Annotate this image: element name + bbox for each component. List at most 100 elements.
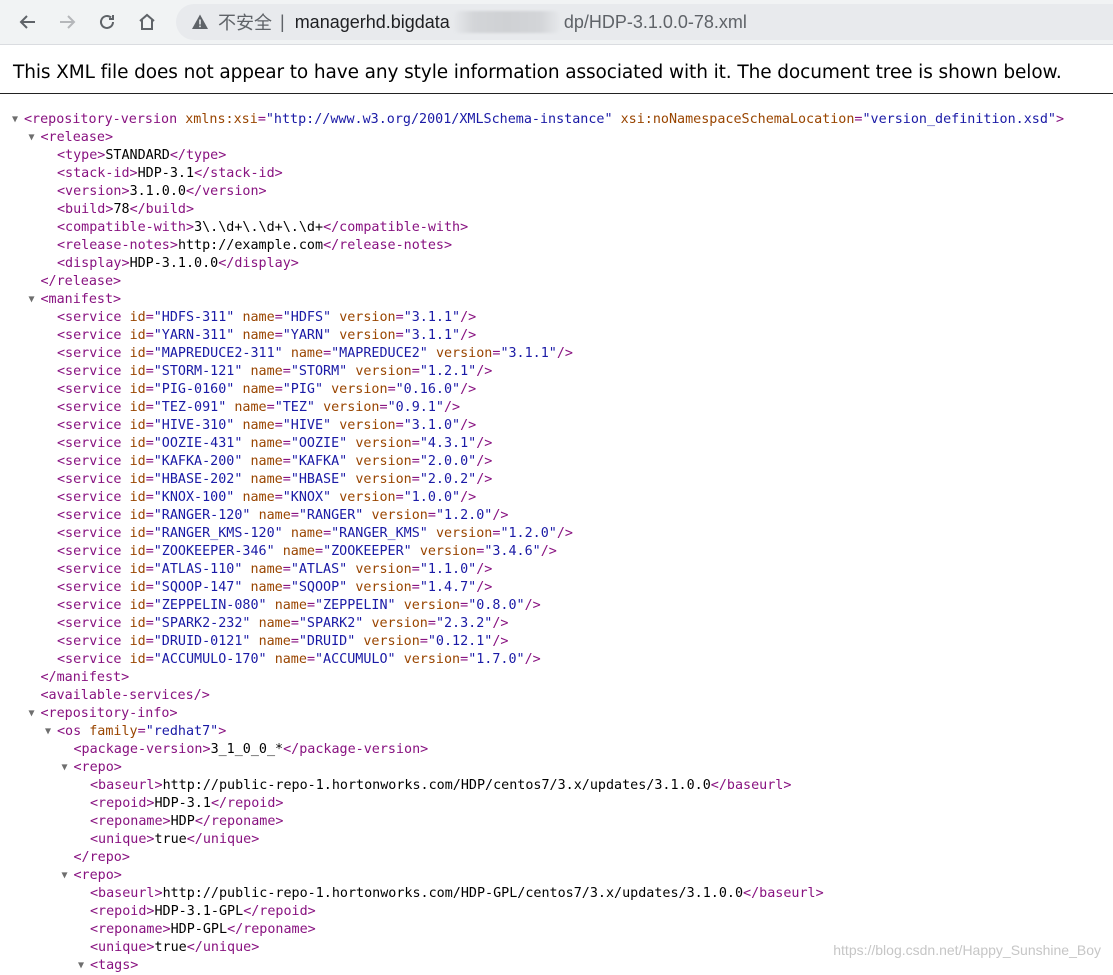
xml-attr-name: name [250,472,283,487]
xml-attr-value: "0.8.0" [468,598,525,613]
xml-text: 78 [113,202,130,217]
xml-tag: /> [476,364,493,379]
xml-tag: <repoid> [90,796,155,811]
xml-attr-value: "STORM" [290,364,348,379]
xml-attr-value: "SQOOP-147" [153,580,243,595]
xml-tag: = [145,328,154,343]
xml-tag: <service [57,382,122,397]
xml-attr-name: id [129,472,146,487]
collapse-toggle-icon[interactable]: ▼ [62,867,68,885]
xml-text [251,634,259,649]
xml-line-content: <tags> [90,957,138,975]
collapse-toggle-icon[interactable]: ▼ [45,723,51,741]
xml-line-content: <os family="redhat7"> [57,723,226,741]
xml-attr-value: "ATLAS" [290,562,348,577]
xml-attr-value: "ZOOKEEPER" [323,544,412,559]
xml-attr-value: "ACCUMULO-170" [153,652,267,667]
security-label[interactable]: 不安全 [218,9,272,35]
xml-tag: = [282,364,291,379]
xml-attr-name: version [355,472,412,487]
xml-text [242,580,250,595]
arrow-right-icon [60,15,76,29]
xml-tag: = [411,562,420,577]
xml-text [122,472,130,487]
xml-tag: <service [57,634,122,649]
address-bar[interactable]: 不安全 | managerhd.bigdata dp/HDP-3.1.0.0-7… [176,4,1113,40]
xml-tag: = [460,598,469,613]
collapse-toggle-icon[interactable]: ▼ [12,111,18,129]
xml-tag: = [395,418,404,433]
forward-button[interactable] [53,8,81,36]
arrow-left-icon [19,15,35,29]
xml-tag: = [306,652,315,667]
xml-tag: </reponame> [194,814,284,829]
xml-text [331,310,339,325]
xml-style-notice: This XML file does not appear to have an… [0,45,1113,94]
xml-tag: = [290,616,299,631]
xml-line-content: <service id="TEZ-091" name="TEZ" version… [57,399,460,417]
xml-line-content: </release> [41,273,122,291]
xml-attr-value: "1.2.0" [435,508,493,523]
xml-line-content: <unique>true</unique> [90,831,259,849]
xml-text: HDP-3.1 [137,166,195,181]
collapse-toggle-icon[interactable]: ▼ [62,759,68,777]
collapse-toggle-icon[interactable]: ▼ [29,129,35,147]
xml-attr-value: "SQOOP" [290,580,348,595]
back-button[interactable] [14,8,42,36]
xml-attr-name: name [250,454,283,469]
xml-line-content: <service id="ATLAS-110" name="ATLAS" ver… [57,561,492,579]
xml-line-content: <service id="RANGER_KMS-120" name="RANGE… [57,525,573,543]
xml-tag: /> [476,562,493,577]
url-redacted [451,11,562,33]
xml-tag: <service [57,544,122,559]
xml-text [267,652,275,667]
xml-attr-name: name [234,400,267,415]
xml-tag: </type> [169,148,227,163]
xml-text [122,598,130,613]
xml-attr-name: name [242,490,275,505]
home-button[interactable] [133,8,161,36]
xml-attr-value: "HIVE-310" [153,418,235,433]
xml-tag: /> [492,508,509,523]
xml-attr-value: "1.7.0" [468,652,525,667]
xml-attr-value: "OOZIE" [290,436,348,451]
xml-attr-name: name [274,652,307,667]
xml-attr-name: name [250,562,283,577]
xml-attr-name: name [290,526,324,541]
xml-text [331,418,339,433]
xml-tag: = [145,526,154,541]
xml-tag: <manifest> [40,292,122,307]
xml-attr-name: id [129,454,146,469]
xml-attr-value: "MAPREDUCE2" [331,346,428,361]
xml-line-content: <repo> [74,759,122,777]
notice-text: This XML file does not appear to have an… [13,62,1062,83]
xml-attr-name: name [242,310,275,325]
xml-text [122,562,130,577]
xml-attr-name: version [435,526,493,541]
xml-tag: = [145,418,154,433]
xml-tag: </release> [40,274,122,289]
xml-attr-name: version [403,598,461,613]
xml-attr-value: "HIVE" [282,418,332,433]
xml-tag: = [145,652,154,667]
collapse-toggle-icon[interactable]: ▼ [78,957,84,975]
xml-tag: = [427,616,436,631]
xml-tag: </release-notes> [323,238,453,253]
xml-tag: </repoid> [243,904,316,919]
xml-line-content: <available-services/> [41,687,210,705]
collapse-toggle-icon[interactable]: ▼ [29,705,35,723]
reload-button[interactable] [93,8,121,36]
xml-text [122,364,130,379]
xml-tag: <release-notes> [57,238,178,253]
xml-line-content: <manifest> [41,291,122,309]
xml-tag: </unique> [186,832,260,847]
xml-tag: = [460,652,469,667]
xml-line-content: <repository-version xmlns:xsi="http://ww… [24,111,1064,129]
xml-tag: = [282,436,291,451]
xml-tag: = [411,580,420,595]
xml-tag: = [145,382,154,397]
xml-tag: <repo> [73,868,122,883]
collapse-toggle-icon[interactable]: ▼ [29,291,35,309]
xml-text [122,382,130,397]
xml-tag: <service [57,562,122,577]
